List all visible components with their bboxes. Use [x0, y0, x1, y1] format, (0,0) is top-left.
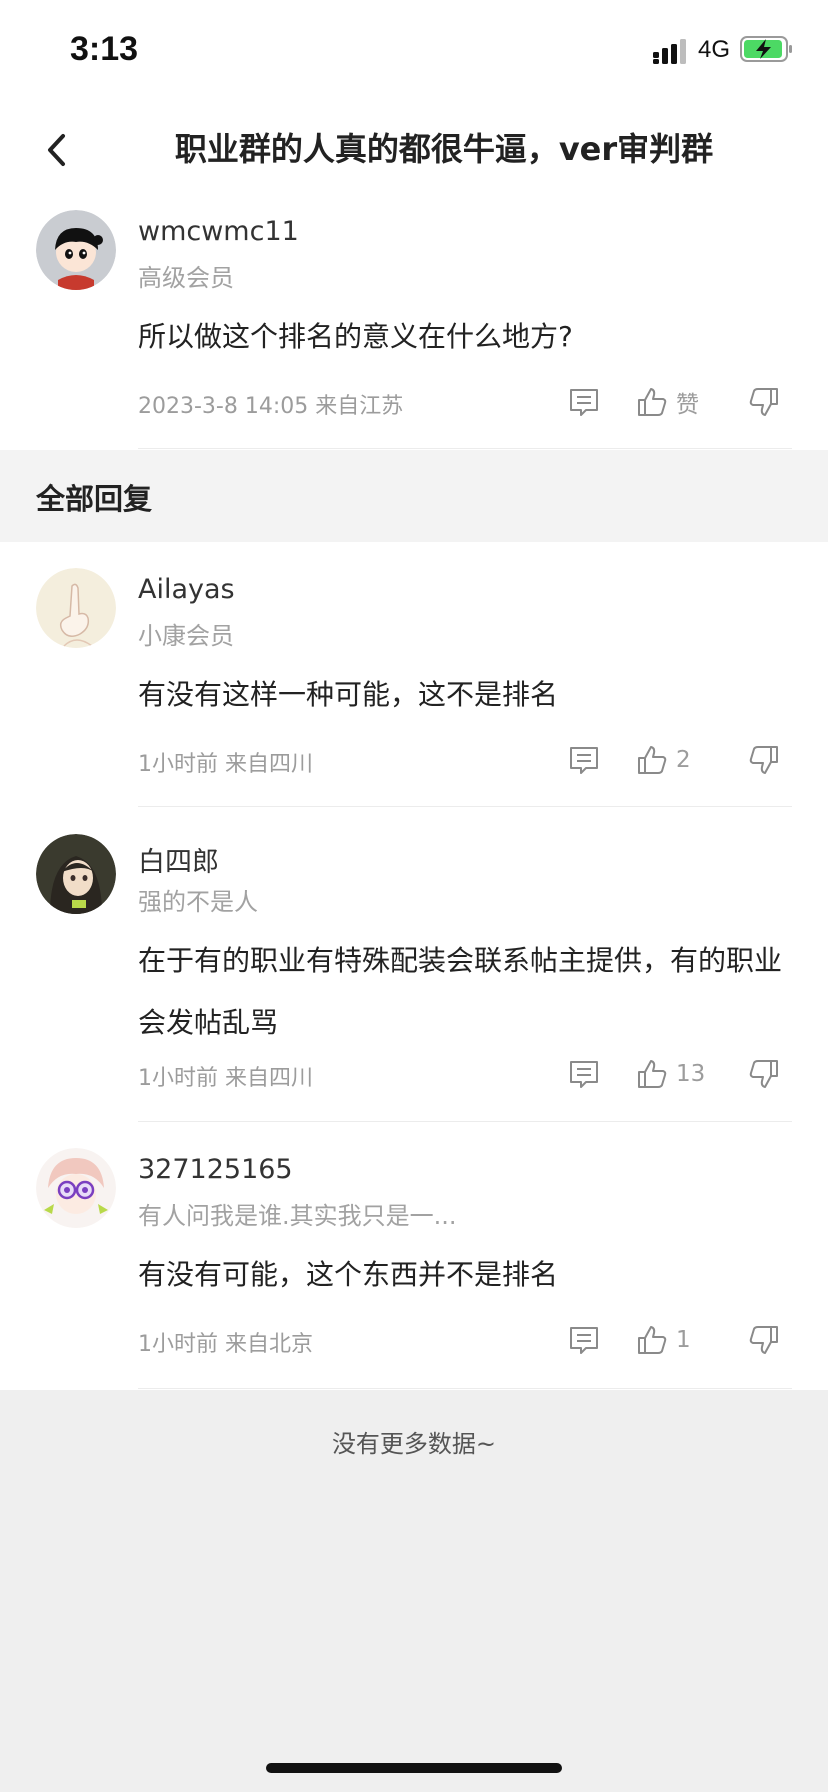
status-time: 3:13 [70, 30, 139, 68]
like-button[interactable]: 13 [636, 1054, 705, 1094]
post-meta: 2023-3-8 14:05 来自江苏 [138, 394, 404, 419]
reply-meta: 1小时前 来自四川 [138, 1066, 313, 1091]
comment-icon [570, 1061, 598, 1088]
comment-button[interactable] [568, 1320, 600, 1360]
no-more-data-text: 没有更多数据~ [331, 1430, 497, 1458]
like-count: 2 [676, 747, 691, 773]
reply-username[interactable]: Ailayas [138, 574, 235, 605]
post-divider [138, 448, 792, 449]
dislike-button[interactable] [748, 382, 780, 422]
anime-girl-avatar-icon [36, 834, 116, 914]
dislike-button[interactable] [748, 1054, 780, 1094]
battery-charging-icon [740, 36, 792, 62]
section-title: 全部回复 [36, 482, 153, 516]
like-count: 1 [676, 1327, 691, 1353]
reply-divider [138, 1388, 792, 1389]
like-label: 赞 [676, 392, 699, 418]
chevron-left-icon [48, 134, 65, 166]
like-button[interactable]: 2 [636, 740, 691, 780]
comment-icon [570, 1327, 598, 1354]
cellular-signal-icon [653, 39, 686, 64]
status-bar: 3:13 4G [0, 0, 828, 100]
reply-username[interactable]: 白四郎 [138, 840, 219, 879]
reply-divider [138, 806, 792, 807]
reply-username[interactable]: 327125165 [138, 1154, 293, 1185]
post-username[interactable]: wmcwmc11 [138, 216, 299, 247]
thumbs-down-icon [749, 388, 778, 416]
thumbs-up-icon [638, 1060, 667, 1088]
all-replies-header: 全部回复 [0, 450, 828, 542]
dislike-button[interactable] [748, 740, 780, 780]
dislike-button[interactable] [748, 1320, 780, 1360]
reply-meta: 1小时前 来自北京 [138, 1332, 313, 1357]
avatar[interactable] [36, 1148, 116, 1228]
page-title: 职业群的人真的都很牛逼，ver审判群 [174, 130, 714, 168]
hand-drawing-avatar-icon [36, 568, 116, 648]
reply-content: 有没有可能，这个东西并不是排名 [138, 1258, 559, 1291]
thumbs-up-icon [638, 388, 667, 416]
post-content: 所以做这个排名的意义在什么地方? [138, 320, 573, 353]
reply-meta: 1小时前 来自四川 [138, 752, 313, 777]
reply-content: 在于有的职业有特殊配装会联系帖主提供，有的职业会发帖乱骂 [138, 944, 783, 1039]
home-indicator[interactable] [266, 1763, 562, 1773]
comment-button[interactable] [568, 382, 600, 422]
comment-icon [570, 747, 598, 774]
thumbs-down-icon [749, 746, 778, 774]
thumbs-down-icon [749, 1060, 778, 1088]
avatar[interactable] [36, 834, 116, 914]
cartoon-avatar-icon [36, 210, 116, 290]
reply-user-level: 小康会员 [138, 622, 234, 650]
thumbs-up-icon [638, 746, 667, 774]
avatar[interactable] [36, 568, 116, 648]
comment-button[interactable] [568, 740, 600, 780]
thumbs-up-icon [638, 1326, 667, 1354]
back-button[interactable] [36, 122, 76, 178]
reply-content: 有没有这样一种可能，这不是排名 [138, 678, 559, 711]
thumbs-down-icon [749, 1326, 778, 1354]
glasses-character-avatar-icon [36, 1148, 116, 1228]
comment-icon [570, 389, 598, 416]
avatar[interactable] [36, 210, 116, 290]
like-count: 13 [676, 1061, 706, 1087]
reply-user-level: 有人问我是谁.其实我只是一... [138, 1202, 457, 1230]
post-user-level: 高级会员 [138, 264, 234, 292]
navigation-bar: 职业群的人真的都很牛逼，ver审判群 [0, 100, 828, 200]
like-button[interactable]: 1 [636, 1320, 691, 1360]
reply-user-level: 强的不是人 [138, 888, 258, 916]
reply-divider [138, 1121, 792, 1122]
comment-button[interactable] [568, 1054, 600, 1094]
like-button[interactable]: 赞 [636, 382, 699, 422]
network-type: 4G [698, 36, 731, 63]
